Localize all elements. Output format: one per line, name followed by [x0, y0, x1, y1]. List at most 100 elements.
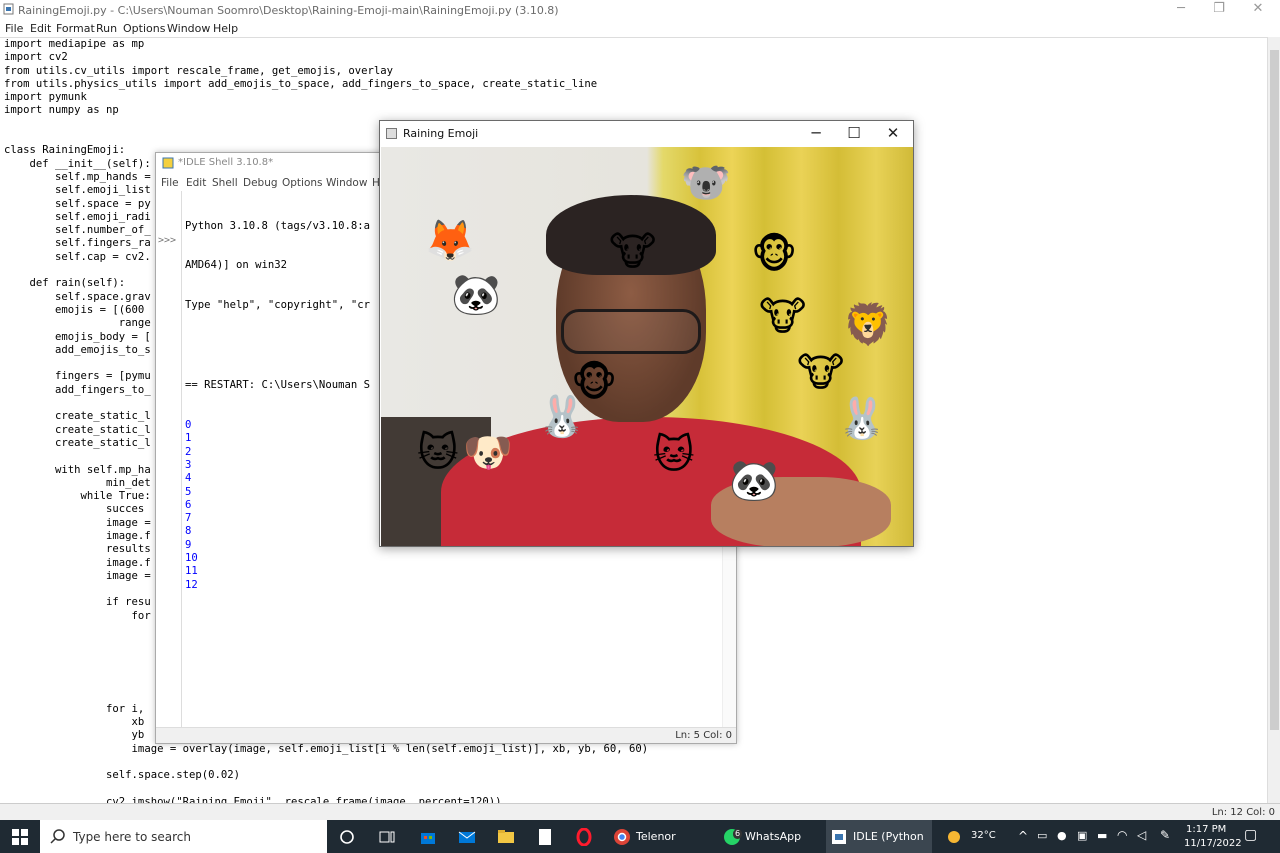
menu-run[interactable]: Run: [96, 22, 117, 35]
battery-icon[interactable]: ▬: [1097, 829, 1107, 842]
window-title: RainingEmoji.py - C:\Users\Nouman Soomro…: [18, 4, 559, 17]
mail-icon[interactable]: [458, 828, 476, 846]
code-line[interactable]: import pymunk: [4, 91, 648, 104]
store-icon[interactable]: [419, 828, 437, 846]
panda-emoji: 🐼: [729, 458, 779, 504]
shell-menu-shell[interactable]: Shell: [212, 177, 238, 189]
minimize-button[interactable]: ─: [1166, 1, 1196, 16]
chevron-up-icon[interactable]: ^: [1018, 829, 1028, 843]
wifi-icon[interactable]: ◠: [1117, 828, 1127, 842]
meet-now-icon[interactable]: ▭: [1037, 829, 1047, 842]
shell-output-line: 4: [185, 472, 192, 485]
shell-line: Type "help", "copyright", "cr: [185, 299, 370, 312]
shell-prompt: >>>: [158, 235, 177, 246]
shell-output-line: 5: [185, 485, 192, 498]
code-line[interactable]: [4, 756, 648, 769]
menu-window[interactable]: Window: [167, 22, 210, 35]
shell-menu-file[interactable]: File: [161, 177, 179, 189]
cursor-position: Ln: 12 Col: 0: [1211, 807, 1275, 818]
eyeglasses: [561, 309, 701, 354]
rain-close-button[interactable]: ✕: [875, 124, 911, 142]
camera-icon[interactable]: ●: [1057, 829, 1067, 842]
shell-line: Python 3.10.8 (tags/v3.10.8:a: [185, 219, 370, 232]
code-line[interactable]: self.space.step(0.02): [4, 769, 648, 782]
document-icon[interactable]: [536, 828, 554, 846]
taskbar-app-idle[interactable]: IDLE (Python 3...: [826, 820, 932, 853]
shell-output-line: 11: [185, 565, 198, 578]
shell-output-line: 3: [185, 458, 192, 471]
cow-emoji: 🐮: [759, 294, 807, 340]
shell-output-line: 10: [185, 552, 198, 565]
panda-emoji: 🐼: [451, 272, 501, 318]
weather-temp[interactable]: 32°C: [971, 830, 996, 841]
search-icon: [50, 829, 65, 844]
idle-icon: [832, 830, 846, 844]
chrome-icon: [614, 829, 630, 845]
volume-icon[interactable]: ◁: [1137, 828, 1146, 842]
main-title-bar: RainingEmoji.py - C:\Users\Nouman Soomro…: [0, 0, 1280, 20]
shell-menu-options[interactable]: Options: [282, 177, 323, 189]
clock-time[interactable]: 1:17 PM: [1186, 824, 1226, 835]
task-view-icon[interactable]: [378, 828, 396, 846]
opera-icon[interactable]: [575, 828, 593, 846]
code-line[interactable]: from utils.cv_utils import rescale_frame…: [4, 65, 648, 78]
shell-line: AMD64)] on win32: [185, 259, 288, 272]
shell-menu-window[interactable]: Window: [326, 177, 367, 189]
menu-help[interactable]: Help: [213, 22, 238, 35]
code-line[interactable]: [4, 783, 648, 796]
webcam-frame: 🐨 🦊 🐮 🐵 🐼 🐮 🦁 🐮 🐵 🐰 🐰 🐱 🐶 🐱 🐼: [381, 147, 913, 546]
fox-emoji: 🦊: [425, 218, 475, 264]
shell-output-line: 6: [185, 498, 192, 511]
taskbar-app-whatsapp[interactable]: 6 WhatsApp Beta: [718, 820, 822, 853]
cow-emoji: 🐮: [609, 229, 657, 275]
cortana-icon[interactable]: [338, 828, 356, 846]
python-shell-icon: [162, 157, 174, 169]
koala-emoji: 🐨: [681, 160, 731, 206]
security-icon[interactable]: ▣: [1077, 829, 1087, 842]
pen-icon[interactable]: ✎: [1160, 828, 1170, 842]
rain-minimize-button[interactable]: ─: [798, 124, 834, 142]
code-line[interactable]: from utils.physics_utils import add_emoj…: [4, 78, 648, 91]
taskbar-app-chrome[interactable]: Telenor Corpo...: [609, 820, 715, 853]
shell-output-line: 12: [185, 578, 198, 591]
clock-date[interactable]: 11/17/2022: [1184, 838, 1242, 849]
code-line[interactable]: image = overlay(image, self.emoji_list[i…: [4, 743, 649, 756]
code-line[interactable]: import mediapipe as mp: [4, 38, 648, 51]
cat-emoji: 🐱: [653, 432, 695, 478]
editor-scrollbar[interactable]: [1267, 37, 1280, 803]
opencv-window-icon: [386, 128, 397, 139]
shell-menu-edit[interactable]: Edit: [186, 177, 206, 189]
windows-start-icon[interactable]: [11, 828, 29, 846]
menu-options[interactable]: Options: [123, 22, 165, 35]
taskbar-app-label: IDLE (Python 3...: [853, 830, 924, 843]
menu-bar: File Edit Format Run Options Window Help: [0, 20, 1280, 37]
code-line[interactable]: import cv2: [4, 51, 648, 64]
cat-emoji: 🐱: [417, 430, 459, 476]
shell-output-line: 7: [185, 512, 192, 525]
scrollbar-thumb[interactable]: [1270, 50, 1279, 730]
code-line[interactable]: import numpy as np: [4, 104, 648, 117]
rain-maximize-button[interactable]: ☐: [836, 124, 872, 142]
shell-output-line: 9: [185, 538, 192, 551]
notification-icon[interactable]: ▢: [1244, 827, 1257, 843]
weather-sun-icon[interactable]: [945, 828, 963, 846]
menu-format[interactable]: Format: [56, 22, 95, 35]
shell-prompt-gutter: >>>: [156, 191, 182, 729]
editor-status-bar: Ln: 12 Col: 0: [0, 803, 1280, 820]
taskbar-search-box[interactable]: Type here to search: [40, 820, 327, 853]
file-explorer-icon[interactable]: [497, 828, 515, 846]
shell-menu-debug[interactable]: Debug: [243, 177, 278, 189]
menu-edit[interactable]: Edit: [30, 22, 51, 35]
restore-button[interactable]: ❐: [1204, 1, 1234, 16]
shell-output-line: 8: [185, 525, 192, 538]
shell-output-line: 2: [185, 445, 192, 458]
rabbit-emoji: 🐰: [837, 396, 887, 442]
shell-output-line: 1: [185, 432, 192, 445]
shell-output[interactable]: Python 3.10.8 (tags/v3.10.8:a AMD64)] on…: [185, 193, 370, 619]
rain-title: Raining Emoji: [403, 127, 479, 140]
raining-emoji-window[interactable]: Raining Emoji ─ ☐ ✕ 🐨 🦊 🐮 🐵 🐼 🐮 🦁 🐮 🐵 🐰 🐰 🐱 🐶 🐱 🐼: [379, 120, 914, 547]
close-button[interactable]: ✕: [1243, 1, 1273, 16]
shell-output-line: 0: [185, 419, 192, 432]
menu-file[interactable]: File: [5, 22, 23, 35]
